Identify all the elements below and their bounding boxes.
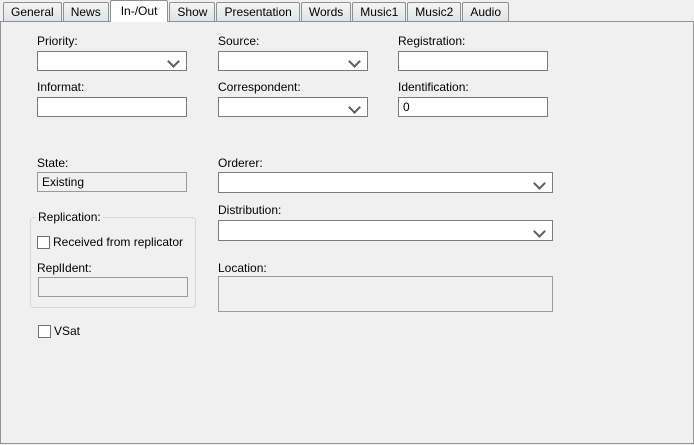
state-readonly-field xyxy=(37,172,187,192)
dialog-in-out-page: { "tabs": { "items": [ {"label": "Genera… xyxy=(0,0,694,445)
tab-show[interactable]: Show xyxy=(169,2,215,21)
chevron-down-icon xyxy=(533,177,546,190)
chevron-down-icon xyxy=(167,55,180,68)
received-from-replicator-row: Received from replicator xyxy=(37,235,183,249)
registration-label: Registration: xyxy=(398,34,465,49)
registration-input[interactable] xyxy=(398,51,548,71)
tab-audio[interactable]: Audio xyxy=(462,2,509,21)
location-label: Location: xyxy=(218,261,267,276)
priority-label: Priority: xyxy=(37,34,78,49)
location-disabled-field xyxy=(218,276,553,312)
tab-bar: General News In-/Out Show Presentation W… xyxy=(0,0,694,22)
replident-disabled-input xyxy=(38,277,188,297)
tab-general[interactable]: General xyxy=(3,2,62,21)
received-from-replicator-checkbox[interactable] xyxy=(37,236,50,249)
vsat-row: VSat xyxy=(38,324,80,338)
correspondent-label: Correspondent: xyxy=(218,80,301,95)
replication-group-label: Replication: xyxy=(36,210,103,225)
chevron-down-icon xyxy=(348,101,361,114)
state-label: State: xyxy=(37,156,68,171)
priority-combobox[interactable] xyxy=(37,51,187,71)
source-label: Source: xyxy=(218,34,259,49)
source-combobox[interactable] xyxy=(218,51,368,71)
received-from-replicator-label: Received from replicator xyxy=(53,235,183,249)
chevron-down-icon xyxy=(533,225,546,238)
informat-input[interactable] xyxy=(37,97,187,117)
tab-music2[interactable]: Music2 xyxy=(407,2,461,21)
distribution-combobox[interactable] xyxy=(218,220,553,241)
tab-words[interactable]: Words xyxy=(301,2,351,21)
orderer-label: Orderer: xyxy=(218,156,263,171)
identification-input[interactable] xyxy=(398,97,548,117)
correspondent-combobox[interactable] xyxy=(218,97,368,117)
vsat-checkbox[interactable] xyxy=(38,325,51,338)
informat-label: Informat: xyxy=(37,80,84,95)
tab-news[interactable]: News xyxy=(63,2,109,21)
orderer-combobox[interactable] xyxy=(218,172,553,193)
tab-music1[interactable]: Music1 xyxy=(352,2,406,21)
tab-in-out[interactable]: In-/Out xyxy=(110,0,169,22)
identification-label: Identification: xyxy=(398,80,469,95)
vsat-label: VSat xyxy=(54,324,80,338)
chevron-down-icon xyxy=(348,55,361,68)
tab-presentation[interactable]: Presentation xyxy=(216,2,299,21)
replident-label: ReplIdent: xyxy=(37,261,92,276)
distribution-label: Distribution: xyxy=(218,203,281,218)
